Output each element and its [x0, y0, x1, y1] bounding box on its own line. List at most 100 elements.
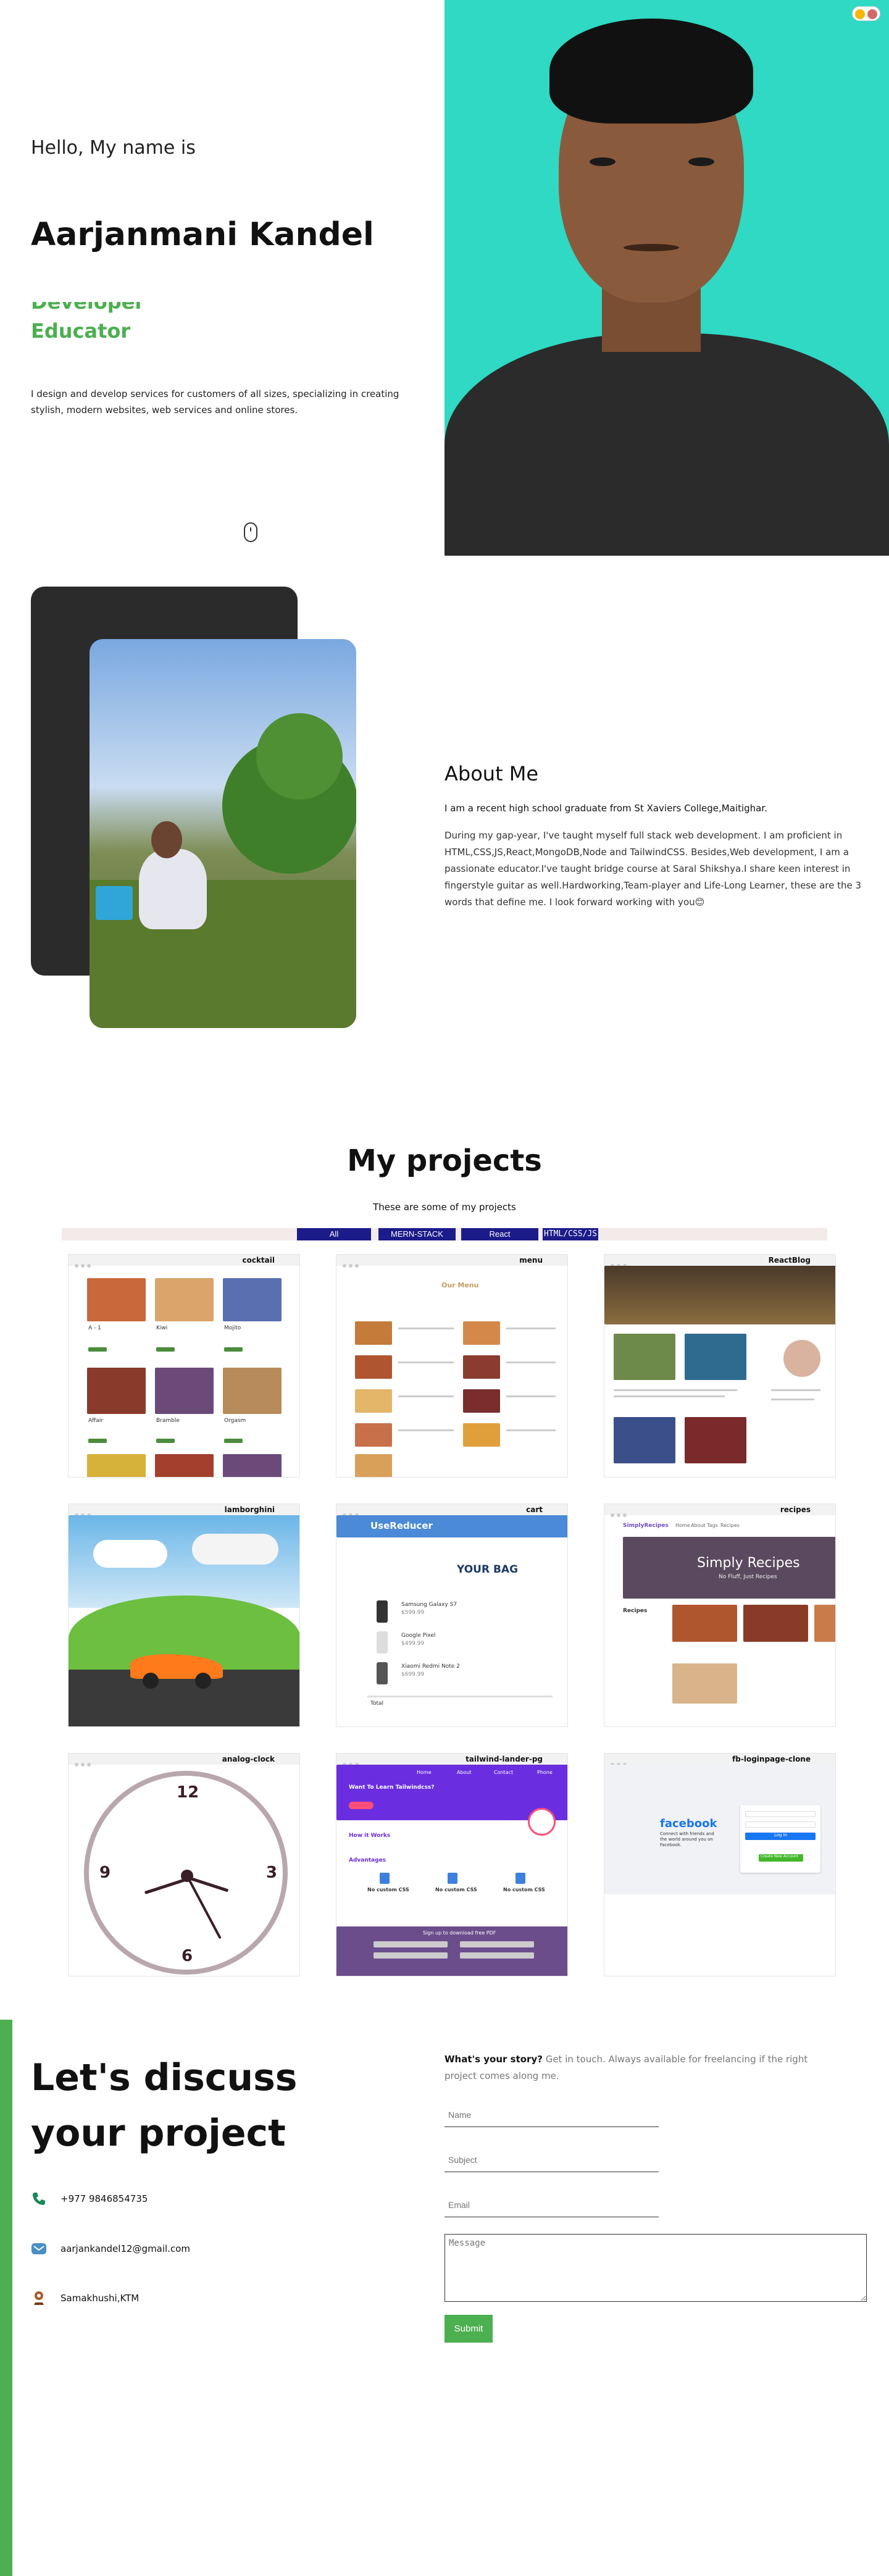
cart-item-price: $699.99: [401, 1671, 425, 1678]
tailwind-heading: Want To Learn Tailwindcss?: [349, 1784, 435, 1791]
mouse-scroll-icon[interactable]: [244, 522, 257, 542]
cocktail-name: Mojito: [224, 1325, 241, 1331]
hero-description: I design and develop services for custom…: [31, 388, 399, 416]
hero-name: Aarjanmani Kandel: [31, 216, 374, 253]
card-title: menu: [519, 1256, 543, 1265]
filter-html-css-js[interactable]: HTML/CSS/JS: [543, 1228, 598, 1240]
contact-title: Let's discuss your project: [31, 2056, 298, 2155]
tailwind-nav-phone: Phone: [537, 1770, 553, 1775]
project-card-fb-login-clone[interactable]: fb-loginpage-clone facebook Connect with…: [604, 1753, 836, 1976]
card-thumbnail: [69, 1515, 299, 1726]
message-field[interactable]: [444, 2234, 867, 2302]
cart-header: UseReducer: [370, 1520, 433, 1531]
cocktail-name: Affair: [88, 1418, 104, 1424]
cocktail-name: Orgasm: [224, 1418, 246, 1424]
recipes-nav-tags: Tags: [707, 1523, 718, 1528]
recipes-nav-recipes: Recipes: [720, 1523, 740, 1528]
recipes-logo: SimplyRecipes: [623, 1523, 669, 1529]
about-photo: [90, 639, 356, 1028]
fb-logo: facebook: [660, 1817, 717, 1830]
tailwind-card-title: No custom CSS: [435, 1887, 477, 1892]
project-card-cocktail[interactable]: cocktail A - 1 Kiwi Mojito Affair Brambl…: [68, 1254, 300, 1478]
portrait-mouth: [624, 244, 679, 251]
photo-bucket: [96, 886, 133, 920]
project-card-recipes[interactable]: recipes SimplyRecipes Home About Tags Re…: [604, 1503, 836, 1727]
contact-phone-text: +977 9846854735: [61, 2193, 148, 2204]
photo-tree-top: [256, 713, 343, 800]
phone-icon: [33, 2193, 45, 2205]
cart-item-price: $499.99: [401, 1641, 425, 1647]
project-card-tailwind-lander[interactable]: tailwind-lander-pg Home About Contact Ph…: [336, 1753, 568, 1976]
photo-person: [139, 849, 207, 929]
clock-number-3: 3: [266, 1863, 278, 1882]
about-title: About Me: [444, 762, 539, 785]
recipes-side-title: Recipes: [623, 1608, 648, 1614]
hero-greeting: Hello, My name is: [31, 137, 196, 159]
recipes-nav-about: About: [691, 1523, 706, 1528]
name-field[interactable]: [444, 2102, 659, 2127]
submit-button[interactable]: Submit: [444, 2315, 493, 2343]
project-card-cart[interactable]: cart UseReducer YOUR BAG Samsung Galaxy …: [336, 1503, 568, 1727]
fb-login-button: Log In: [774, 1833, 788, 1838]
photo-person-head: [151, 821, 182, 858]
filter-all[interactable]: All: [297, 1228, 371, 1240]
window-dots-icon: [75, 1508, 99, 1517]
moon-icon: [867, 9, 877, 19]
project-card-lamborghini[interactable]: lamborghini: [68, 1503, 300, 1727]
project-card-analog-clock[interactable]: analog-clock 12 3 6 9: [68, 1753, 300, 1976]
window-dots-icon: [611, 1757, 635, 1767]
portrait-hair: [549, 19, 753, 123]
cart-total-label: Total: [370, 1700, 384, 1707]
clock-number-9: 9: [99, 1863, 111, 1882]
mail-icon: [31, 2243, 46, 2254]
card-title: ReactBlog: [768, 1256, 811, 1265]
card-title: recipes: [780, 1505, 811, 1514]
subject-field[interactable]: [444, 2147, 659, 2172]
clock-number-6: 6: [182, 1947, 193, 1965]
project-card-reactblog[interactable]: ReactBlog: [604, 1254, 836, 1478]
tailwind-nav-home: Home: [417, 1770, 432, 1775]
card-thumbnail: Home About Contact Phone Want To Learn T…: [336, 1765, 567, 1976]
card-thumbnail: SimplyRecipes Home About Tags Recipes Si…: [604, 1515, 835, 1726]
map-pin-icon: [34, 2291, 44, 2305]
window-dots-icon: [343, 1258, 367, 1268]
project-card-menu[interactable]: menu Our Menu: [336, 1254, 568, 1478]
tailwind-nav-contact: Contact: [494, 1770, 514, 1775]
filter-mern-stack[interactable]: MERN-STACK: [378, 1228, 456, 1240]
card-thumbnail: UseReducer YOUR BAG Samsung Galaxy S7 Go…: [336, 1515, 567, 1726]
card-title: cart: [526, 1505, 543, 1514]
recipes-nav-home: Home: [675, 1523, 690, 1528]
theme-toggle[interactable]: [852, 6, 880, 21]
card-thumbnail: 12 3 6 9: [69, 1765, 299, 1976]
contact-email-text: aarjankandel12@gmail.com: [61, 2243, 191, 2254]
tailwind-nav-about: About: [457, 1770, 472, 1775]
recipes-banner: Simply Recipes: [697, 1555, 800, 1571]
card-title: tailwind-lander-pg: [465, 1755, 543, 1763]
window-dots-icon: [75, 1757, 99, 1767]
portrait-shirt: [444, 333, 889, 556]
portfolio-page: Hello, My name is Aarjanmani Kandel Deve…: [0, 0, 889, 2576]
tailwind-advantages: Advantages: [349, 1857, 386, 1863]
portrait-eye-left: [590, 157, 616, 166]
contact-location-text: Samakhushi,KTM: [61, 2293, 140, 2304]
window-dots-icon: [75, 1258, 99, 1268]
contact-accent-strip: [0, 2020, 12, 2576]
hero-role-previous: Developer: [31, 290, 145, 314]
card-title: cocktail: [242, 1256, 275, 1265]
tailwind-section-title: How it Works: [349, 1833, 391, 1839]
filter-react[interactable]: React: [461, 1228, 538, 1240]
card-title: lamborghini: [224, 1505, 275, 1514]
window-dots-icon: [611, 1258, 635, 1268]
card-title: fb-loginpage-clone: [732, 1755, 811, 1763]
clock-number-12: 12: [177, 1783, 199, 1802]
fb-tagline: Connect with friends and the world aroun…: [660, 1831, 714, 1847]
hero-section: Hello, My name is Aarjanmani Kandel Deve…: [0, 0, 889, 556]
window-dots-icon: [611, 1508, 635, 1517]
hero-portrait: [444, 0, 889, 556]
about-lead: I am a recent high school graduate from …: [444, 803, 767, 814]
cart-item-name: Samsung Galaxy S7: [401, 1602, 457, 1608]
projects-title: My projects: [347, 1144, 542, 1178]
contact-lead-strong: What's your story?: [444, 2054, 543, 2065]
card-title: analog-clock: [222, 1755, 275, 1763]
email-field[interactable]: [444, 2193, 659, 2217]
